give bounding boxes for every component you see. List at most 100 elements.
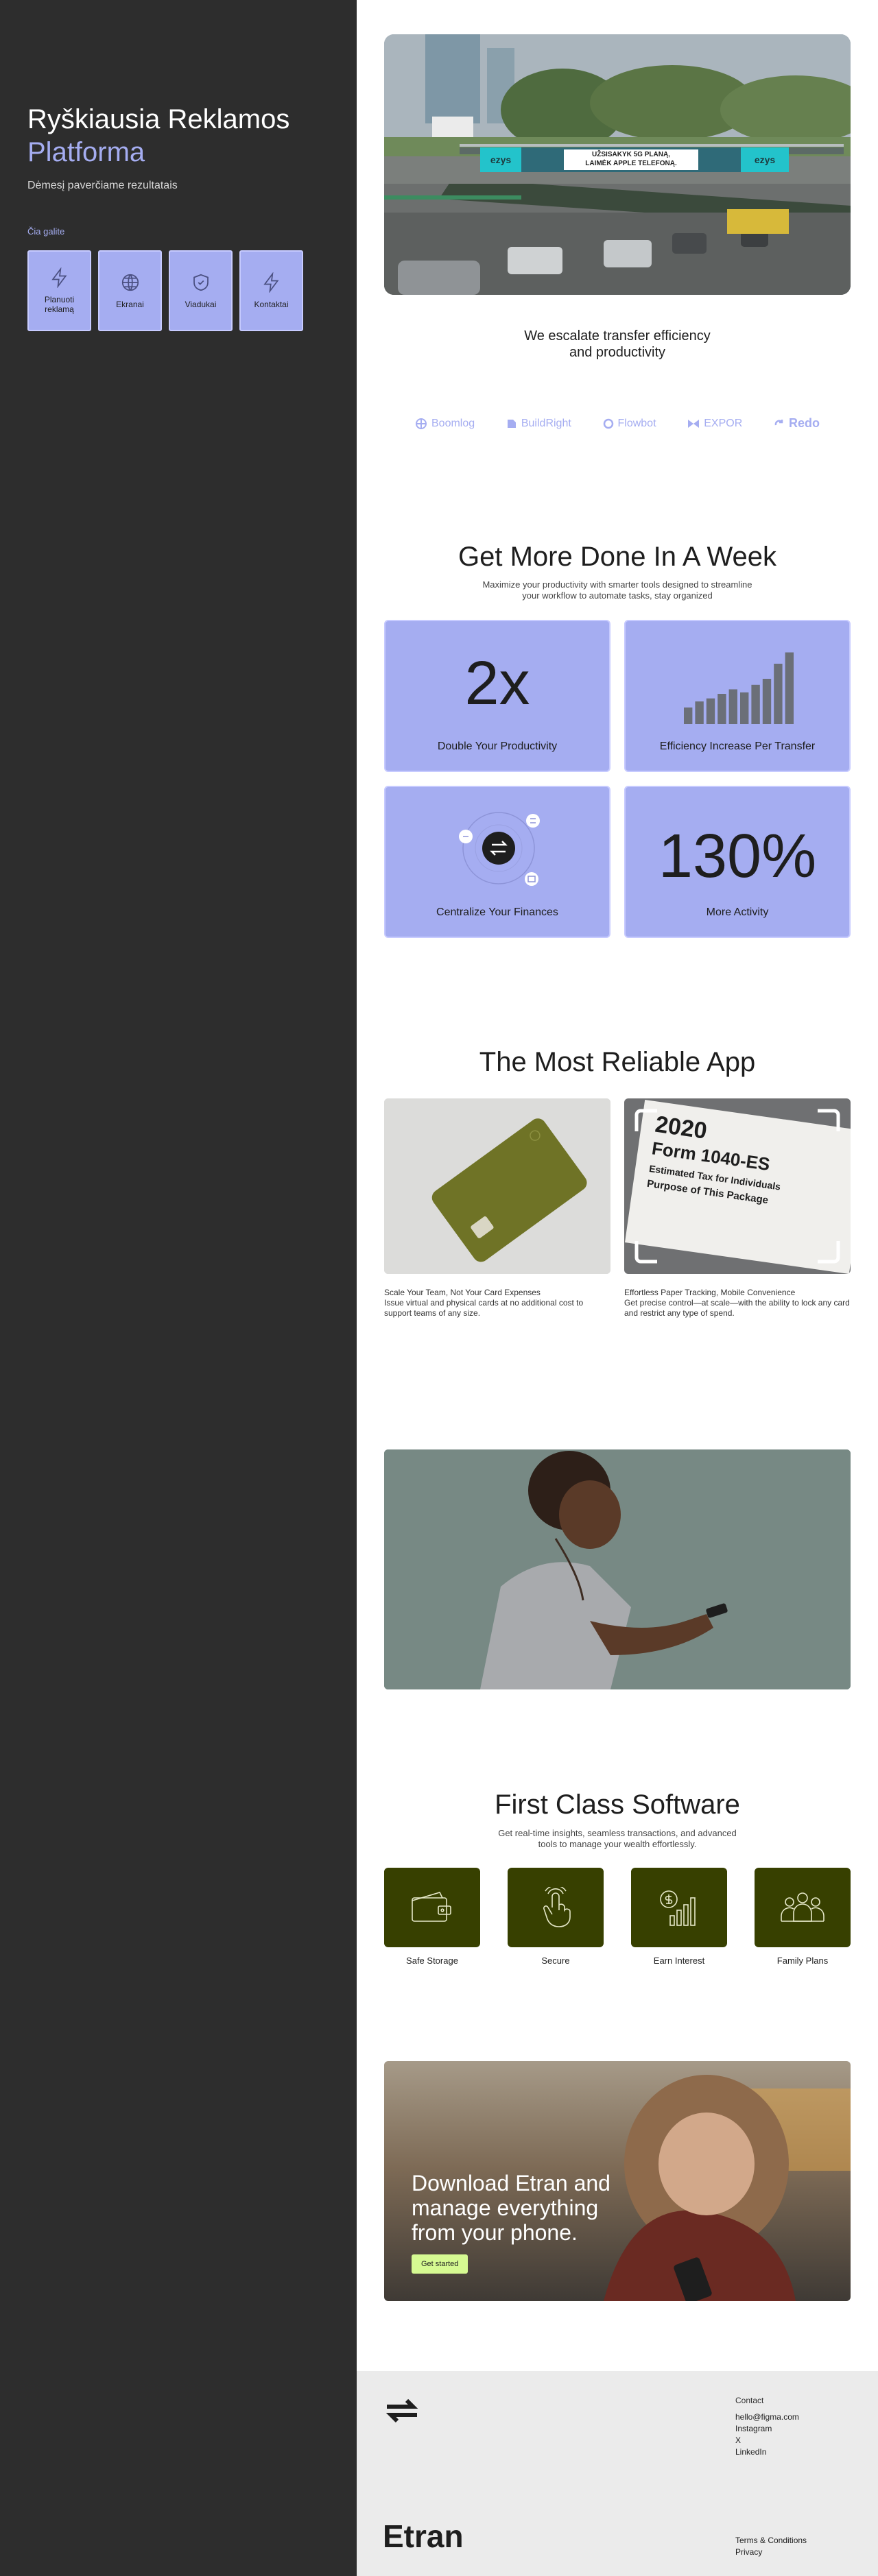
start-label: Čia galite <box>27 226 65 237</box>
feature-secure[interactable] <box>508 1868 604 1947</box>
feature-label: Secure <box>541 1955 570 1966</box>
feature-label: Family Plans <box>776 1955 829 1966</box>
fingerprint-icon <box>543 1887 571 1927</box>
hero-title-line2: Platforma <box>27 137 145 167</box>
billboard-brand-right: ezys <box>754 154 776 165</box>
person-illustration <box>384 1449 851 1689</box>
feature-earn-interest[interactable] <box>631 1868 727 1947</box>
wallet-icon <box>412 1892 451 1922</box>
billboard-text: UŽSISAKYK 5G PLANĄ, LAIMĖK APPLE TELEFON… <box>564 150 698 168</box>
redo-icon <box>774 419 783 425</box>
escalate-line2: and productivity <box>569 345 666 360</box>
efficiency-bar <box>706 698 715 724</box>
shield-icon <box>193 274 209 291</box>
partner-logos: Boomlog BuildRight Flowbot EXPOR Redo <box>415 416 820 431</box>
efficiency-bar-chart <box>684 652 794 724</box>
get-started-button[interactable]: Get started <box>412 2254 468 2274</box>
terms-link[interactable]: Terms & Conditions <box>735 2536 807 2545</box>
expor-icon <box>688 419 700 428</box>
software-title: First Class Software <box>495 1790 740 1820</box>
stat-label: Efficiency Increase Per Transfer <box>659 741 816 752</box>
efficiency-bar <box>728 689 737 724</box>
download-banner: Download Etran and manage everything fro… <box>384 2061 851 2301</box>
caption-tracking: Effortless Paper Tracking, Mobile Conven… <box>624 1288 851 1319</box>
stat-card-activity: 130% More Activity <box>624 786 851 938</box>
efficiency-bar <box>751 684 760 724</box>
billboard-brand-left: ezys <box>490 154 512 165</box>
sidebar: Ryškiausia Reklamos Platforma Dėmesį pav… <box>0 0 357 2576</box>
download-title: Download Etran and manage everything fro… <box>412 2171 610 2245</box>
efficiency-bar <box>684 707 693 724</box>
scan-frame-icon <box>634 1109 840 1264</box>
logo-expor: EXPOR <box>687 416 742 431</box>
escalate-text: We escalate transfer efficiency and prod… <box>357 328 878 361</box>
footer-brand: Etran <box>383 2518 464 2554</box>
caption-body: Issue virtual and physical cards at no a… <box>384 1298 584 1318</box>
logo-redo: Redo <box>774 416 820 431</box>
efficiency-bar <box>740 692 749 724</box>
person-phone-photo <box>384 1449 851 1689</box>
quick-link-label: Viadukai <box>185 300 217 309</box>
logo-boomlog: Boomlog <box>415 416 475 431</box>
quick-link-screens[interactable]: Ekranai <box>98 250 162 331</box>
card-photo <box>384 1098 610 1274</box>
billboard-line2: LAIMĖK APPLE TELEFONĄ. <box>585 160 677 167</box>
hero-subtitle: Dėmesį paverčiame rezultatais <box>27 180 178 191</box>
billboard-photo: ezys ezys UŽSISAKYK 5G PLANĄ, LAIMĖK APP… <box>384 34 851 295</box>
logo-flowbot: Flowbot <box>603 416 656 431</box>
caption-title: Scale Your Team, Not Your Card Expenses <box>384 1288 541 1297</box>
quick-link-label: Planuoti reklamą <box>44 295 75 314</box>
hero-title-line1: Ryškiausia Reklamos <box>27 104 290 134</box>
footer-link-linkedin[interactable]: LinkedIn <box>735 2447 799 2457</box>
efficiency-bar <box>762 679 772 724</box>
stat-value: 130% <box>658 822 817 891</box>
contact-links: hello@figma.com Instagram X LinkedIn <box>735 2412 799 2457</box>
footer-link-instagram[interactable]: Instagram <box>735 2424 799 2433</box>
stat-card-efficiency: Efficiency Increase Per Transfer <box>624 620 851 772</box>
legal-links: Terms & Conditions Privacy <box>735 2536 807 2557</box>
flowbot-icon <box>603 418 613 429</box>
boomlog-icon <box>416 418 427 429</box>
efficiency-bar <box>717 694 726 724</box>
caption-cards: Scale Your Team, Not Your Card Expenses … <box>384 1288 610 1319</box>
efficiency-bar <box>774 664 783 724</box>
stat-value: 2x <box>464 649 530 718</box>
footer: Contact hello@figma.com Instagram X Link… <box>357 2371 878 2576</box>
caption-body: Get precise control—at scale—with the ab… <box>624 1298 850 1318</box>
family-icon <box>781 1892 824 1922</box>
quick-link-plan-ad[interactable]: Planuoti reklamą <box>27 250 91 331</box>
reliable-title: The Most Reliable App <box>479 1047 756 1077</box>
feature-safe-storage[interactable] <box>384 1868 480 1947</box>
feature-label: Safe Storage <box>406 1955 458 1966</box>
tax-form-photo: 2020 Form 1040-ES Estimated Tax for Indi… <box>624 1098 851 1274</box>
quick-link-label: Kontaktai <box>254 300 289 309</box>
software-subtitle: Get real-time insights, seamless transac… <box>498 1828 737 1849</box>
finance-orbit-graphic <box>459 812 540 886</box>
etran-logo-icon <box>385 2398 418 2423</box>
billboard-line1: UŽSISAKYK 5G PLANĄ, <box>592 151 670 158</box>
stat-label: More Activity <box>706 906 769 918</box>
payment-card-illustration <box>384 1098 610 1274</box>
contact-heading: Contact <box>735 2396 764 2405</box>
buildright-icon <box>507 419 516 428</box>
bolt-icon <box>263 272 278 293</box>
escalate-line1: We escalate transfer efficiency <box>524 328 711 344</box>
quick-link-viaducts[interactable]: Viadukai <box>169 250 233 331</box>
quick-link-contacts[interactable]: Kontaktai <box>239 250 303 331</box>
coin-growth-icon <box>660 1890 696 1926</box>
hero-title: Ryškiausia Reklamos Platforma <box>27 103 289 169</box>
stat-label: Double Your Productivity <box>437 741 558 752</box>
privacy-link[interactable]: Privacy <box>735 2547 807 2557</box>
bolt-icon <box>51 267 67 288</box>
quick-link-label: Ekranai <box>116 300 144 309</box>
footer-link-email[interactable]: hello@figma.com <box>735 2412 799 2422</box>
productivity-title: Get More Done In A Week <box>458 542 776 572</box>
stat-label: Centralize Your Finances <box>436 906 558 918</box>
caption-title: Effortless Paper Tracking, Mobile Conven… <box>624 1288 796 1297</box>
efficiency-bar <box>785 652 794 724</box>
main-content: ezys ezys UŽSISAKYK 5G PLANĄ, LAIMĖK APP… <box>357 0 878 2576</box>
feature-label: Earn Interest <box>653 1955 705 1966</box>
feature-family-plans[interactable] <box>755 1868 851 1947</box>
globe-icon <box>121 274 139 291</box>
footer-link-x[interactable]: X <box>735 2435 799 2445</box>
